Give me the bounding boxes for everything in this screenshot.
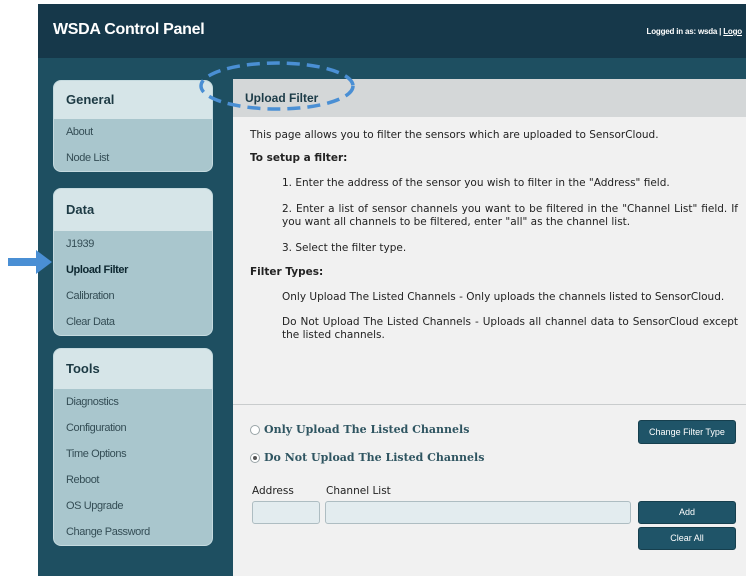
login-status: Logged in as: wsda | Logo [646, 27, 743, 36]
filter-types-heading: Filter Types: [250, 266, 324, 278]
login-text: Logged in as: wsda | [646, 27, 724, 36]
radio-button-do-not[interactable] [250, 453, 260, 463]
step-3: 3. Select the filter type. [282, 242, 407, 254]
sidebar-item-reboot[interactable]: Reboot [54, 467, 212, 493]
step-1: 1. Enter the address of the sensor you w… [282, 177, 670, 189]
pointer-arrow-icon [8, 250, 52, 274]
sidebar-item-j1939[interactable]: J1939 [54, 231, 212, 257]
clear-all-button[interactable]: Clear All [638, 527, 736, 550]
form-divider [233, 404, 746, 405]
sidebar-item-os-upgrade[interactable]: OS Upgrade [54, 493, 212, 519]
radio-do-not-upload[interactable]: Do Not Upload The Listed Channels [250, 451, 484, 464]
sidebar-item-configuration[interactable]: Configuration [54, 415, 212, 441]
channel-list-label: Channel List [326, 485, 391, 497]
sidebar-item-about[interactable]: About [54, 119, 212, 145]
add-button[interactable]: Add [638, 501, 736, 524]
main-content: Upload Filter This page allows you to fi… [233, 79, 746, 576]
dashed-highlight-ellipse [199, 61, 355, 111]
sidebar-section-general: General About Node List [53, 80, 213, 172]
sidebar-section-tools: Tools Diagnostics Configuration Time Opt… [53, 348, 213, 546]
sidebar-item-diagnostics[interactable]: Diagnostics [54, 389, 212, 415]
filter-type-only: Only Upload The Listed Channels - Only u… [282, 291, 725, 303]
sidebar-item-calibration[interactable]: Calibration [54, 283, 212, 309]
radio-button-only[interactable] [250, 425, 260, 435]
step-2: 2. Enter a list of sensor channels you w… [282, 203, 738, 228]
sidebar-section-data: Data J1939 Upload Filter Calibration Cle… [53, 188, 213, 336]
address-input[interactable] [252, 501, 320, 524]
sidebar-item-clear-data[interactable]: Clear Data [54, 309, 212, 335]
top-header: WSDA Control Panel Logged in as: wsda | … [38, 4, 746, 58]
instructions: This page allows you to filter the senso… [250, 129, 738, 354]
radio-label-do-not: Do Not Upload The Listed Channels [264, 451, 485, 464]
radio-only-upload[interactable]: Only Upload The Listed Channels [250, 423, 469, 436]
app-title: WSDA Control Panel [53, 21, 205, 38]
sidebar-item-change-password[interactable]: Change Password [54, 519, 212, 545]
setup-heading: To setup a filter: [250, 152, 348, 164]
sidebar-item-time-options[interactable]: Time Options [54, 441, 212, 467]
radio-label-only: Only Upload The Listed Channels [264, 423, 470, 436]
logout-link[interactable]: Logo [723, 27, 742, 36]
sidebar-heading-data: Data [54, 189, 212, 231]
sidebar-item-upload-filter[interactable]: Upload Filter [54, 257, 212, 283]
sidebar-heading-tools: Tools [54, 349, 212, 389]
filter-type-do-not: Do Not Upload The Listed Channels - Uplo… [282, 316, 738, 341]
intro-text: This page allows you to filter the senso… [250, 129, 659, 141]
change-filter-type-button[interactable]: Change Filter Type [638, 420, 736, 444]
channel-list-input[interactable] [325, 501, 631, 524]
address-label: Address [252, 485, 294, 497]
sidebar-heading-general: General [54, 81, 212, 119]
sidebar-item-node-list[interactable]: Node List [54, 145, 212, 171]
